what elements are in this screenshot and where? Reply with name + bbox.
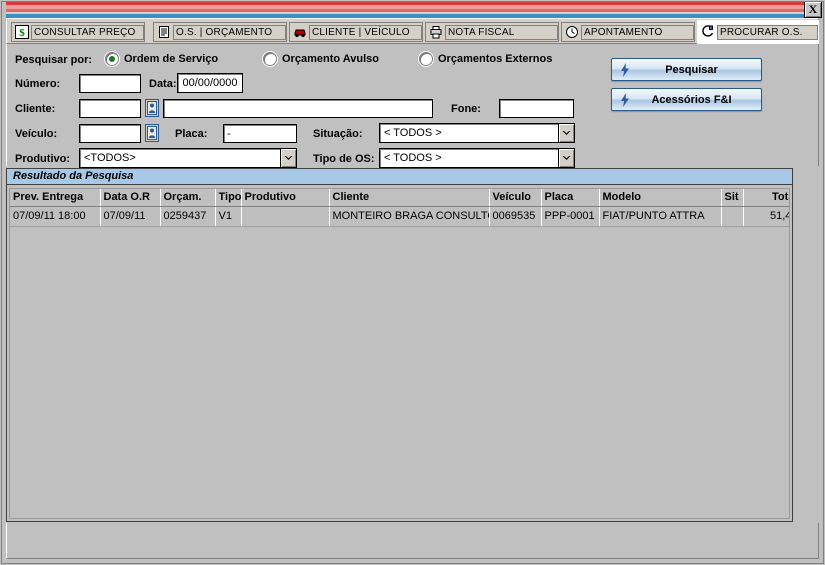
lightning-bolt-icon (612, 92, 634, 107)
cell-sit (721, 206, 744, 227)
tab-label: PROCURAR O.S. (717, 24, 818, 40)
col-tipo[interactable]: Tipo (215, 189, 242, 207)
table-header-row: Prev. Entrega Data O.R Orçam. Tipo Produ… (10, 189, 789, 207)
radio-orcamentos-externos[interactable]: Orçamentos Externos (419, 52, 552, 66)
pesquisar-button[interactable]: Pesquisar (611, 58, 762, 81)
results-table: Prev. Entrega Data O.R Orçam. Tipo Produ… (10, 189, 789, 227)
col-orcam[interactable]: Orçam. (160, 189, 216, 207)
col-modelo[interactable]: Modelo (599, 189, 722, 207)
acessorios-fi-button[interactable]: Acessórios F&I (611, 88, 762, 111)
tab-label: O.S. | ORÇAMENTO (173, 24, 286, 40)
cliente-label: Cliente: (15, 103, 56, 115)
col-data-or[interactable]: Data O.R (100, 189, 161, 207)
main-toolbar: $ CONSULTAR PREÇO O.S. | ORÇAMENTO CLIEN… (6, 18, 819, 44)
cell-cliente: MONTEIRO BRAGA CONSULTOI (329, 206, 490, 227)
radio-label: Orçamentos Externos (438, 53, 553, 65)
col-cliente[interactable]: Cliente (329, 189, 490, 207)
produtivo-select[interactable]: <TODOS> (79, 148, 297, 168)
radio-ordem-de-servico[interactable]: Ordem de Serviço (105, 52, 218, 66)
search-by-label: Pesquisar por: (15, 54, 93, 66)
veiculo-code-input[interactable] (79, 124, 141, 143)
document-icon (156, 25, 171, 40)
col-sit[interactable]: Sit (721, 189, 744, 207)
cell-total: 51,48 (743, 206, 789, 227)
produtivo-label: Produtivo: (15, 153, 70, 165)
results-panel-title: Resultado da Pesquisa (7, 169, 792, 185)
dollar-icon: $ (14, 25, 29, 40)
magnifier-icon (700, 25, 715, 40)
tab-consultar-preco[interactable]: $ CONSULTAR PREÇO (11, 22, 145, 42)
chevron-down-icon[interactable] (558, 149, 574, 167)
tipo-os-value: < TODOS > (384, 152, 442, 164)
table-row[interactable]: 07/09/11 18:00 07/09/11 0259437 V1 MONTE… (10, 206, 789, 227)
fone-input[interactable] (499, 99, 574, 118)
application-window: X $ CONSULTAR PREÇO O.S. | ORÇAMENTO CLI… (0, 0, 825, 565)
tab-os-orcamento[interactable]: O.S. | ORÇAMENTO (153, 22, 287, 42)
chevron-down-icon[interactable] (280, 149, 296, 167)
cell-orcam: 0259437 (160, 206, 216, 227)
car-icon (292, 25, 307, 40)
cliente-lookup-button[interactable] (145, 99, 159, 117)
tab-cliente-veiculo[interactable]: CLIENTE | VEÍCULO (289, 22, 423, 42)
printer-icon (428, 25, 443, 40)
fone-label: Fone: (451, 103, 481, 115)
tab-label: NOTA FISCAL (445, 24, 558, 40)
cell-modelo: FIAT/PUNTO ATTRA (599, 206, 722, 227)
col-veiculo[interactable]: Veículo (489, 189, 542, 207)
tab-apontamento[interactable]: APONTAMENTO (561, 22, 695, 42)
veiculo-lookup-button[interactable] (145, 124, 159, 142)
col-produtivo[interactable]: Produtivo (241, 189, 330, 207)
cell-placa: PPP-0001 (541, 206, 600, 227)
radio-indicator (105, 52, 119, 66)
col-placa[interactable]: Placa (541, 189, 600, 207)
produtivo-value: <TODOS> (84, 152, 136, 164)
cell-veiculo: 0069535 (489, 206, 542, 227)
svg-text:$: $ (19, 27, 25, 39)
search-filter-panel: Pesquisar por: Ordem de Serviço Orçament… (6, 44, 819, 168)
lightning-bolt-icon (612, 62, 634, 77)
situacao-label: Situação: (313, 128, 363, 140)
radio-orcamento-avulso[interactable]: Orçamento Avulso (263, 52, 379, 66)
cell-prev-entrega: 07/09/11 18:00 (10, 206, 101, 227)
placa-input[interactable] (223, 124, 297, 143)
col-total[interactable]: Total (743, 189, 789, 207)
tab-label: CONSULTAR PREÇO (31, 24, 144, 40)
chevron-down-icon[interactable] (558, 124, 574, 142)
tipo-os-select[interactable]: < TODOS > (379, 148, 575, 168)
window-bottom-area (6, 523, 819, 559)
close-button[interactable]: X (804, 1, 822, 18)
radio-label: Orçamento Avulso (282, 53, 379, 65)
veiculo-label: Veículo: (15, 128, 58, 140)
cell-produtivo (241, 206, 330, 227)
tab-label: CLIENTE | VEÍCULO (309, 24, 422, 40)
numero-label: Número: (15, 78, 61, 90)
results-grid-scroll[interactable]: Prev. Entrega Data O.R Orçam. Tipo Produ… (9, 188, 790, 519)
numero-input[interactable] (79, 74, 141, 93)
person-lookup-icon (147, 126, 157, 140)
col-prev-entrega[interactable]: Prev. Entrega (10, 189, 101, 207)
pesquisar-label: Pesquisar (665, 63, 718, 76)
tab-procurar-os[interactable]: PROCURAR O.S. (697, 20, 819, 44)
situacao-select[interactable]: < TODOS > (379, 123, 575, 143)
tipo-os-label: Tipo de OS: (313, 153, 375, 165)
cell-data-or: 07/09/11 (100, 206, 161, 227)
radio-indicator (419, 52, 433, 66)
person-lookup-icon (147, 101, 157, 115)
tab-nota-fiscal[interactable]: NOTA FISCAL (425, 22, 559, 42)
results-panel: Resultado da Pesquisa Prev. Entrega Data… (6, 168, 793, 522)
radio-indicator (263, 52, 277, 66)
cliente-code-input[interactable] (79, 99, 141, 118)
clock-icon (564, 25, 579, 40)
acessorios-label: Acessórios F&I (651, 93, 732, 106)
placa-label: Placa: (175, 128, 208, 140)
cliente-name-input[interactable] (163, 99, 433, 118)
radio-label: Ordem de Serviço (124, 53, 219, 65)
data-input[interactable] (177, 73, 243, 93)
cell-tipo: V1 (215, 206, 242, 227)
situacao-value: < TODOS > (384, 127, 442, 139)
tab-label: APONTAMENTO (581, 24, 694, 40)
data-label: Data: (149, 78, 177, 90)
